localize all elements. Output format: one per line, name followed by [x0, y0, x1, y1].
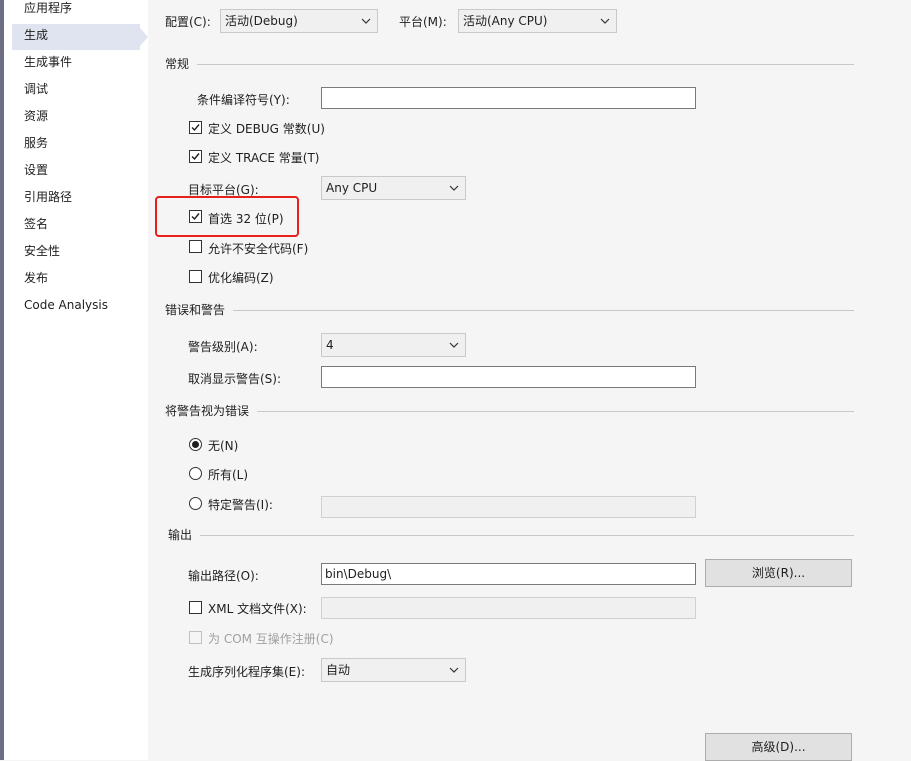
- treat-warnings-none-radio[interactable]: [189, 438, 202, 451]
- chevron-down-icon: [600, 18, 610, 24]
- checkmark-icon: [191, 153, 200, 161]
- warning-level-label: 警告级别(A):: [188, 340, 258, 354]
- chevron-down-icon: [449, 667, 459, 673]
- treat-warnings-specific-radio[interactable]: [189, 497, 202, 510]
- section-treat-warnings-title: 将警告视为错误: [165, 404, 258, 418]
- serialization-assembly-select[interactable]: 自动: [321, 658, 466, 682]
- conditional-symbols-label: 条件编译符号(Y):: [197, 93, 290, 107]
- section-errors-warnings-title: 错误和警告: [165, 303, 234, 317]
- prefer-32bit-label[interactable]: 首选 32 位(P): [208, 210, 284, 227]
- platform-select[interactable]: 活动(Any CPU): [458, 9, 617, 33]
- treat-warnings-all-label[interactable]: 所有(L): [208, 466, 248, 483]
- com-interop-label: 为 COM 互操作注册(C): [208, 632, 334, 646]
- allow-unsafe-checkbox[interactable]: [189, 240, 202, 253]
- warning-level-select[interactable]: 4: [321, 333, 466, 357]
- section-general-title: 常规: [165, 57, 198, 71]
- target-platform-select[interactable]: Any CPU: [321, 176, 466, 200]
- advanced-button[interactable]: 高级(D)...: [705, 733, 852, 761]
- configuration-select[interactable]: 活动(Debug): [220, 9, 378, 33]
- treat-warnings-all-radio[interactable]: [189, 467, 202, 480]
- platform-select-value: 活动(Any CPU): [463, 14, 548, 28]
- optimize-code-label[interactable]: 优化编码(Z): [208, 269, 274, 286]
- checkmark-icon: [191, 213, 200, 221]
- chevron-down-icon: [449, 342, 459, 348]
- section-treat-warnings: 将警告视为错误: [165, 404, 854, 418]
- sidebar-item-code-analysis[interactable]: Code Analysis: [12, 294, 140, 320]
- build-properties-panel: 配置(C): 活动(Debug) 平台(M): 活动(Any CPU) 常规 条…: [148, 0, 911, 761]
- define-debug-label[interactable]: 定义 DEBUG 常数(U): [208, 120, 325, 137]
- section-output: 输出: [165, 528, 854, 542]
- browse-button[interactable]: 浏览(R)...: [705, 559, 852, 587]
- chevron-down-icon: [361, 18, 371, 24]
- conditional-symbols-input[interactable]: [321, 87, 696, 109]
- warning-level-select-value: 4: [326, 338, 334, 352]
- configuration-select-value: 活动(Debug): [225, 14, 298, 28]
- suppress-warnings-input[interactable]: [321, 366, 696, 388]
- optimize-code-checkbox[interactable]: [189, 270, 202, 283]
- output-path-input[interactable]: bin\Debug\: [321, 563, 696, 585]
- platform-label: 平台(M):: [399, 15, 447, 29]
- checkmark-icon: [191, 124, 200, 132]
- sidebar-item-debug[interactable]: 调试: [12, 78, 140, 104]
- sidebar-item-resources[interactable]: 资源: [12, 105, 140, 131]
- treat-warnings-none-label[interactable]: 无(N): [208, 437, 238, 454]
- sidebar-item-services[interactable]: 服务: [12, 132, 140, 158]
- sidebar-item-build[interactable]: 生成: [12, 24, 148, 50]
- sidebar-item-reference-paths[interactable]: 引用路径: [12, 186, 140, 212]
- serialization-assembly-select-value: 自动: [326, 663, 351, 677]
- sidebar-item-signing[interactable]: 签名: [12, 213, 140, 239]
- serialization-assembly-label: 生成序列化程序集(E):: [188, 665, 305, 679]
- define-trace-label[interactable]: 定义 TRACE 常量(T): [208, 149, 319, 166]
- suppress-warnings-label: 取消显示警告(S):: [188, 372, 282, 386]
- specific-warnings-input: [321, 496, 696, 518]
- target-platform-select-value: Any CPU: [326, 181, 378, 195]
- configuration-label: 配置(C):: [165, 15, 211, 29]
- xml-doc-label[interactable]: XML 文档文件(X):: [208, 600, 307, 617]
- sidebar-item-security[interactable]: 安全性: [12, 240, 140, 266]
- chevron-down-icon: [449, 185, 459, 191]
- define-debug-checkbox[interactable]: [189, 121, 202, 134]
- sidebar-item-build-events[interactable]: 生成事件: [12, 51, 140, 77]
- allow-unsafe-label[interactable]: 允许不安全代码(F): [208, 240, 308, 257]
- treat-warnings-specific-label[interactable]: 特定警告(I):: [208, 496, 273, 513]
- com-interop-checkbox: [189, 631, 202, 644]
- sidebar-item-settings[interactable]: 设置: [12, 159, 140, 185]
- prefer-32bit-checkbox[interactable]: [189, 210, 202, 223]
- output-path-label: 输出路径(O):: [188, 569, 259, 583]
- xml-doc-checkbox[interactable]: [189, 601, 202, 614]
- sidebar-item-publish[interactable]: 发布: [12, 267, 140, 293]
- section-output-title: 输出: [165, 528, 201, 542]
- define-trace-checkbox[interactable]: [189, 150, 202, 163]
- sidebar-item-application[interactable]: 应用程序: [12, 0, 140, 23]
- sidebar: 应用程序 生成 生成事件 调试 资源 服务 设置 引用路径 签名 安全性 发布 …: [4, 0, 148, 760]
- section-errors-warnings: 错误和警告: [165, 303, 854, 317]
- xml-doc-path-input: [321, 597, 696, 619]
- section-general: 常规: [165, 57, 854, 71]
